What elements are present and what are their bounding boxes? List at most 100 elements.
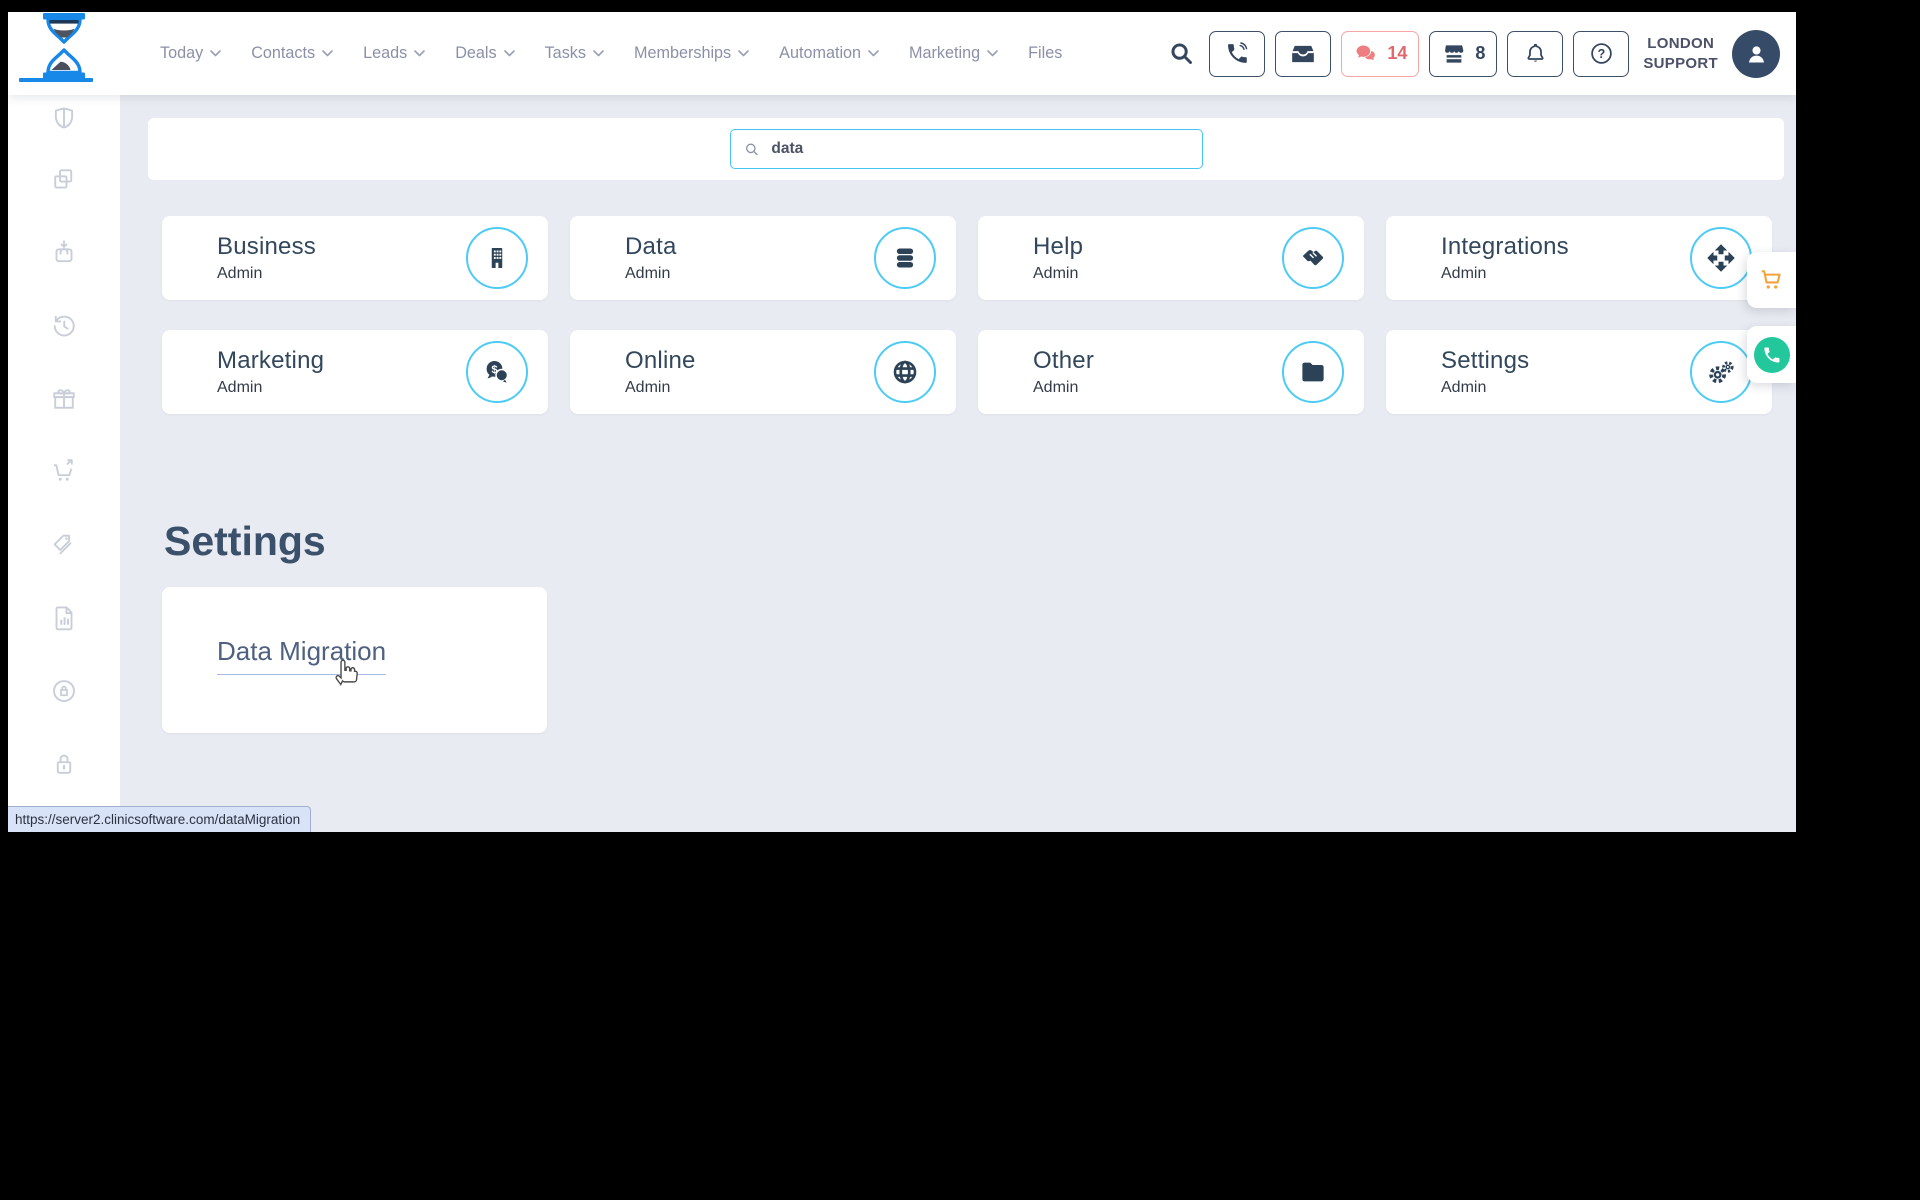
nav-label: Contacts xyxy=(251,44,316,62)
search-input[interactable] xyxy=(769,139,1189,159)
category-card-marketing[interactable]: Marketing Admin $ xyxy=(162,330,548,414)
card-subtitle: Admin xyxy=(1441,265,1487,282)
nav-item-memberships[interactable]: Memberships xyxy=(634,44,749,63)
nav-item-automation[interactable]: Automation xyxy=(779,44,879,63)
chevron-down-icon xyxy=(322,50,333,57)
cart-arrow-icon xyxy=(54,458,73,481)
inbox-button[interactable] xyxy=(1275,30,1332,77)
phone-icon xyxy=(1227,42,1248,63)
notifications-button[interactable] xyxy=(1507,30,1564,77)
move-arrows-icon xyxy=(1690,227,1752,289)
nav-item-today[interactable]: Today xyxy=(160,44,222,63)
topbar: Today Contacts Leads Deals Tasks Members… xyxy=(8,12,1796,95)
user-icon xyxy=(1748,46,1764,63)
main-content: Business Admin Data Admin Help Admin xyxy=(120,95,1796,832)
sidebar-item-orders[interactable] xyxy=(8,216,120,289)
gift-icon xyxy=(53,388,75,409)
account-line2: SUPPORT xyxy=(1643,54,1718,72)
nav-label: Today xyxy=(160,44,204,62)
chevron-down-icon xyxy=(593,50,604,57)
avatar[interactable] xyxy=(1732,29,1780,78)
sidebar-item-gifts[interactable] xyxy=(8,362,120,435)
tags-icon xyxy=(53,534,72,554)
search-field xyxy=(729,129,1203,169)
building-icon xyxy=(466,227,528,289)
search-bar-container xyxy=(148,118,1784,180)
card-title: Marketing xyxy=(217,347,325,374)
padlock-icon xyxy=(56,754,72,774)
nav-item-deals[interactable]: Deals xyxy=(455,44,515,63)
card-title: Integrations xyxy=(1441,233,1569,260)
category-card-help[interactable]: Help Admin xyxy=(978,216,1364,300)
chevron-down-icon xyxy=(987,50,998,57)
sidebar-item-history[interactable] xyxy=(8,289,120,362)
category-card-business[interactable]: Business Admin xyxy=(162,216,548,300)
sidebar-item-security[interactable] xyxy=(8,727,120,800)
store-button[interactable]: 8 xyxy=(1429,30,1498,77)
status-bar-url: https://server2.clinicsoftware.com/dataM… xyxy=(8,806,312,832)
phone-calls-button[interactable] xyxy=(1209,30,1266,77)
money-chat-icon: $ xyxy=(466,341,528,403)
category-card-settings[interactable]: Settings Admin xyxy=(1386,330,1772,414)
sidebar-item-privacy[interactable] xyxy=(8,654,120,727)
chevron-down-icon xyxy=(210,50,222,57)
browser-viewport: Today Contacts Leads Deals Tasks Members… xyxy=(8,12,1796,832)
svg-text:$: $ xyxy=(491,364,498,376)
floating-whatsapp-button[interactable] xyxy=(1747,326,1796,383)
folder-icon xyxy=(1282,341,1344,403)
floating-cart-button[interactable] xyxy=(1747,252,1796,308)
svg-text:?: ? xyxy=(1598,47,1606,61)
inbox-icon xyxy=(1292,45,1315,62)
cart-icon xyxy=(1761,270,1781,289)
sidebar-item-shop[interactable] xyxy=(8,435,120,508)
settings-result-card: Data Migration xyxy=(162,587,547,733)
globe-icon xyxy=(874,341,936,403)
nav-item-files[interactable]: Files xyxy=(1028,44,1062,63)
card-title: Help xyxy=(1033,233,1084,260)
report-icon xyxy=(55,605,73,630)
card-subtitle: Admin xyxy=(217,265,263,282)
sidebar-item-copy[interactable] xyxy=(8,143,120,216)
category-card-data[interactable]: Data Admin xyxy=(570,216,956,300)
card-subtitle: Admin xyxy=(1033,379,1079,396)
card-title: Online xyxy=(625,347,696,374)
chat-bubbles-icon xyxy=(1356,45,1376,60)
copy-icon xyxy=(54,168,73,188)
help-button[interactable]: ? xyxy=(1573,30,1630,77)
nav-item-marketing[interactable]: Marketing xyxy=(909,44,998,63)
chevron-down-icon xyxy=(414,50,426,57)
category-card-integrations[interactable]: Integrations Admin xyxy=(1386,216,1772,300)
sidebar-item-reports[interactable] xyxy=(8,581,120,654)
nav-item-contacts[interactable]: Contacts xyxy=(251,44,333,63)
nav-label: Tasks xyxy=(544,44,586,62)
chat-messages-button[interactable]: 14 xyxy=(1341,30,1420,77)
topbar-actions: 14 8 ? LONDON SUPPORT xyxy=(1168,29,1796,78)
nav-label: Files xyxy=(1028,44,1063,62)
history-icon xyxy=(53,315,75,336)
app-logo[interactable] xyxy=(8,12,120,95)
main-nav: Today Contacts Leads Deals Tasks Members… xyxy=(160,44,1062,63)
card-title: Data xyxy=(625,233,677,260)
handshake-icon xyxy=(1282,227,1344,289)
question-circle-icon: ? xyxy=(1591,43,1612,64)
nav-label: Memberships xyxy=(633,44,732,62)
search-icon[interactable] xyxy=(1168,40,1195,67)
nav-label: Leads xyxy=(363,44,408,62)
logo-active-indicator xyxy=(19,78,93,82)
nav-item-tasks[interactable]: Tasks xyxy=(545,44,604,63)
sidebar-item-shield[interactable] xyxy=(8,95,120,143)
account-name[interactable]: LONDON SUPPORT xyxy=(1643,34,1718,73)
chat-count-badge: 14 xyxy=(1387,43,1408,63)
category-card-other[interactable]: Other Admin xyxy=(978,330,1364,414)
card-subtitle: Admin xyxy=(1033,265,1079,282)
sidebar-item-pricing[interactable] xyxy=(8,508,120,581)
nav-item-leads[interactable]: Leads xyxy=(363,44,426,63)
card-title: Settings xyxy=(1441,347,1530,374)
storefront-icon xyxy=(1445,44,1464,63)
category-card-online[interactable]: Online Admin xyxy=(570,330,956,414)
card-title: Business xyxy=(217,233,316,260)
card-subtitle: Admin xyxy=(217,379,263,396)
store-count-badge: 8 xyxy=(1475,43,1486,63)
data-migration-link[interactable]: Data Migration xyxy=(217,636,387,675)
section-heading: Settings xyxy=(164,518,326,564)
